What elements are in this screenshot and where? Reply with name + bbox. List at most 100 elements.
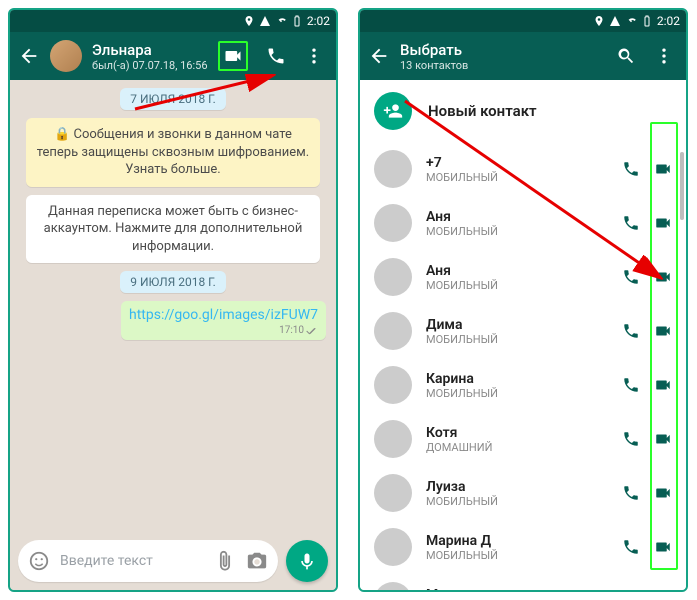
date-badge-1: 7 ИЮЛЯ 2018 Г. — [120, 88, 225, 110]
video-call-icon[interactable] — [654, 160, 672, 178]
menu-icon[interactable] — [304, 46, 324, 66]
status-bar: 2:02 — [10, 10, 336, 32]
back-icon[interactable] — [368, 45, 390, 67]
contact-avatar — [374, 366, 412, 404]
search-icon[interactable] — [616, 46, 636, 66]
contacts-list[interactable]: Новый контакт +7 МОБИЛЬНЫЙ Аня МОБИЛЬНЫЙ… — [360, 80, 686, 590]
location-icon — [593, 15, 605, 27]
status-bar-2: 2:02 — [360, 10, 686, 32]
contact-row[interactable]: Марина Д МОБИЛЬНЫЙ — [360, 520, 686, 574]
contacts-appbar: Выбрать 13 контактов — [360, 32, 686, 80]
contact-name: Карина — [426, 371, 608, 387]
back-icon[interactable] — [18, 45, 40, 67]
voice-call-icon[interactable] — [622, 268, 640, 286]
contacts-title: Выбрать — [400, 41, 606, 59]
signal-icon — [609, 15, 621, 27]
new-contact-row[interactable]: Новый контакт — [360, 80, 686, 142]
contact-row[interactable]: Котя ДОМАШНИЙ — [360, 412, 686, 466]
video-call-icon[interactable] — [654, 322, 672, 340]
attach-icon[interactable] — [214, 550, 236, 572]
contact-row[interactable]: Аня МОБИЛЬНЫЙ — [360, 250, 686, 304]
message-link[interactable]: https://goo.gl/images/izFUW7 — [129, 307, 318, 323]
date-badge-2: 9 ИЮЛЯ 2018 Г. — [120, 271, 225, 293]
location-icon — [243, 15, 255, 27]
contact-avatar — [374, 258, 412, 296]
contact-status: был(-а) 07.07.18, 16:56 — [92, 59, 208, 72]
contact-avatar — [374, 582, 412, 590]
video-call-icon[interactable] — [654, 376, 672, 394]
voice-call-icon[interactable] — [622, 430, 640, 448]
video-call-icon[interactable] — [654, 268, 672, 286]
voice-call-icon[interactable] — [622, 214, 640, 232]
contact-sub: МОБИЛЬНЫЙ — [426, 279, 608, 292]
voice-call-icon[interactable] — [622, 160, 640, 178]
outgoing-message[interactable]: https://goo.gl/images/izFUW7 17:10 — [121, 301, 326, 340]
contact-row[interactable]: Луиза МОБИЛЬНЫЙ — [360, 466, 686, 520]
contact-name: Марина Д — [426, 533, 608, 549]
wifi-icon — [625, 15, 637, 27]
voice-call-icon[interactable] — [622, 484, 640, 502]
contact-avatar — [374, 528, 412, 566]
contacts-screen: 2:02 Выбрать 13 контактов Новый контакт — [358, 8, 688, 592]
wifi-icon — [275, 15, 287, 27]
contact-avatar — [374, 204, 412, 242]
battery-icon — [291, 15, 303, 27]
chat-body[interactable]: 7 ИЮЛЯ 2018 Г. 🔒 Сообщения и звонки в да… — [10, 80, 336, 534]
encryption-notice[interactable]: 🔒 Сообщения и звонки в данном чате тепер… — [26, 118, 320, 187]
contact-sub: ДОМАШНИЙ — [426, 441, 608, 454]
add-person-icon — [383, 101, 403, 121]
emoji-icon[interactable] — [28, 550, 50, 572]
menu-icon[interactable] — [654, 46, 674, 66]
contacts-subtitle: 13 контактов — [400, 59, 606, 72]
video-call-icon[interactable] — [654, 484, 672, 502]
msg-delivered-icon — [306, 326, 318, 336]
voice-call-icon[interactable] — [622, 376, 640, 394]
video-call-icon[interactable] — [223, 46, 243, 66]
chat-appbar: Эльнара был(-а) 07.07.18, 16:56 — [10, 32, 336, 80]
contact-sub: МОБИЛЬНЫЙ — [426, 549, 608, 562]
clock: 2:02 — [307, 14, 330, 28]
contact-row[interactable]: Мира МОБИЛЬНЫЙ — [360, 574, 686, 590]
contact-sub: МОБИЛЬНЫЙ — [426, 387, 608, 400]
clock-2: 2:02 — [657, 14, 680, 28]
video-call-highlight — [218, 41, 248, 71]
video-call-icon[interactable] — [654, 430, 672, 448]
contact-name: +7 — [426, 155, 608, 171]
contact-title-block[interactable]: Эльнара был(-а) 07.07.18, 16:56 — [92, 41, 208, 72]
contact-name: Аня — [426, 263, 608, 279]
scrollbar-thumb[interactable] — [680, 152, 684, 220]
contact-sub: МОБИЛЬНЫЙ — [426, 171, 608, 184]
mic-button[interactable] — [286, 540, 328, 582]
composer-input[interactable]: Введите текст — [18, 540, 278, 582]
contact-avatar — [374, 420, 412, 458]
contact-avatar — [374, 474, 412, 512]
contact-name: Луиза — [426, 479, 608, 495]
mic-icon — [297, 551, 317, 571]
signal-icon — [259, 15, 271, 27]
business-notice[interactable]: Данная переписка может быть с бизнес-акк… — [26, 195, 320, 264]
contact-avatar — [374, 150, 412, 188]
battery-icon — [641, 15, 653, 27]
contact-sub: МОБИЛЬНЫЙ — [426, 225, 608, 238]
video-call-icon[interactable] — [654, 538, 672, 556]
contact-name: Аня — [426, 209, 608, 225]
contact-sub: МОБИЛЬНЫЙ — [426, 495, 608, 508]
camera-icon[interactable] — [246, 550, 268, 572]
composer: Введите текст — [10, 534, 336, 590]
contact-row[interactable]: Карина МОБИЛЬНЫЙ — [360, 358, 686, 412]
contact-name: Мира — [426, 587, 608, 591]
voice-call-icon[interactable] — [622, 538, 640, 556]
chat-screen: 2:02 Эльнара был(-а) 07.07.18, 16:56 7 И… — [8, 8, 338, 592]
video-call-icon[interactable] — [654, 214, 672, 232]
contact-row[interactable]: Аня МОБИЛЬНЫЙ — [360, 196, 686, 250]
voice-call-icon[interactable] — [266, 46, 286, 66]
contact-name: Эльнара — [92, 41, 208, 59]
contact-row[interactable]: +7 МОБИЛЬНЫЙ — [360, 142, 686, 196]
new-contact-label: Новый контакт — [428, 102, 537, 120]
contact-sub: МОБИЛЬНЫЙ — [426, 333, 608, 346]
new-contact-circle — [374, 92, 412, 130]
contact-row[interactable]: Дима МОБИЛЬНЫЙ — [360, 304, 686, 358]
voice-call-icon[interactable] — [622, 322, 640, 340]
contact-avatar[interactable] — [50, 40, 82, 72]
contact-avatar — [374, 312, 412, 350]
